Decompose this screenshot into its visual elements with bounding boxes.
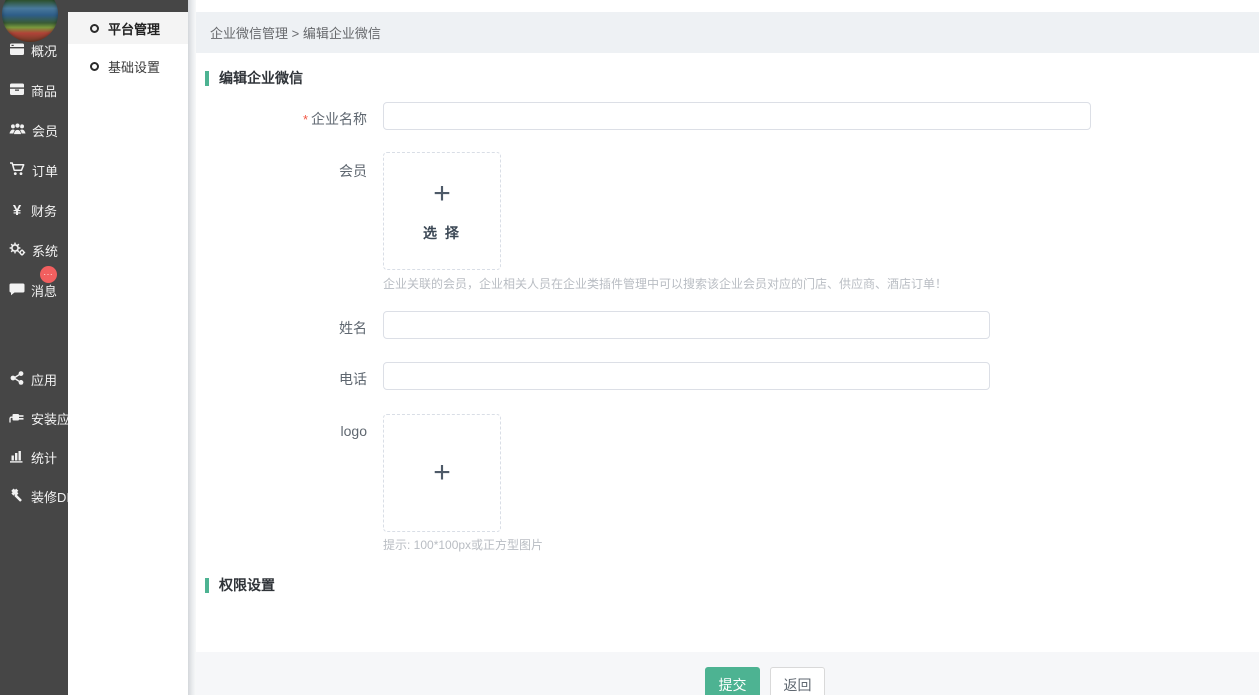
sub-sidebar: 平台管理 基础设置 — [68, 0, 188, 695]
goods-icon — [9, 81, 25, 100]
breadcrumb-text: 企业微信管理 > 编辑企业微信 — [210, 23, 381, 42]
submenu-item-label: 基础设置 — [108, 57, 160, 76]
member-select-box[interactable]: + 选 择 — [383, 152, 501, 270]
sidebar-item-label: 系统 — [32, 241, 58, 260]
submenu-item-label: 平台管理 — [108, 19, 160, 38]
cart-icon — [9, 161, 26, 180]
sidebar-item-orders[interactable]: 订单 — [9, 160, 58, 180]
sidebar-item-finance[interactable]: ¥ 财务 — [9, 200, 57, 220]
sidebar-item-label: 概况 — [31, 41, 57, 60]
submenu-item-platform-management[interactable]: 平台管理 — [68, 12, 188, 44]
plus-icon: + — [433, 458, 451, 488]
submenu-item-basic-settings[interactable]: 基础设置 — [68, 50, 188, 82]
sidebar-item-label: 会员 — [32, 121, 58, 140]
name-label: 姓名 — [196, 318, 367, 338]
overview-icon — [9, 41, 25, 60]
plus-icon: + — [433, 179, 451, 209]
member-hint: 企业关联的会员，企业相关人员在企业类插件管理中可以搜索该企业会员对应的门店、供应… — [383, 275, 947, 292]
choose-label: 选 择 — [423, 223, 461, 243]
form-card: 编辑企业微信 *企业名称 会员 + 选 择 企业关联的会员，企业相关人员在企业类… — [196, 53, 1259, 652]
circle-icon — [90, 62, 99, 71]
sidebar-item-statistics[interactable]: 统计 — [9, 447, 57, 467]
yuan-icon: ¥ — [9, 202, 25, 219]
section-accent-bar — [205, 578, 209, 593]
sidebar-item-label: 财务 — [31, 201, 57, 220]
sidebar-item-apps[interactable]: 应用 — [9, 369, 57, 389]
gavel-icon — [9, 487, 25, 506]
phone-input[interactable] — [383, 362, 990, 390]
sidebar-item-label: 商品 — [31, 81, 57, 100]
section-title-text: 权限设置 — [219, 575, 275, 595]
company-name-label: *企业名称 — [196, 109, 367, 129]
sidebar-item-label: 消息 — [31, 281, 57, 300]
phone-label: 电话 — [196, 369, 367, 389]
sidebar-item-label: 应用 — [31, 370, 57, 389]
share-nodes-icon — [9, 370, 25, 389]
sidebar-item-goods[interactable]: 商品 — [9, 80, 57, 100]
circle-icon — [90, 24, 99, 33]
main-content: 企业微信管理 > 编辑企业微信 编辑企业微信 *企业名称 会员 + 选 择 企业… — [196, 0, 1259, 695]
users-icon — [9, 121, 26, 140]
avatar[interactable] — [2, 0, 58, 42]
required-asterisk: * — [303, 112, 308, 127]
name-input[interactable] — [383, 311, 990, 339]
submit-button[interactable]: 提交 — [705, 667, 760, 695]
comment-icon — [9, 281, 25, 300]
sidebar-item-label: 统计 — [31, 448, 57, 467]
section-title-text: 编辑企业微信 — [219, 68, 303, 88]
sidebar-item-overview[interactable]: 概况 — [9, 40, 57, 60]
back-button[interactable]: 返回 — [770, 667, 825, 695]
bar-chart-icon — [9, 448, 25, 467]
breadcrumb: 企业微信管理 > 编辑企业微信 — [196, 12, 1259, 53]
section-edit-wechat: 编辑企业微信 — [205, 68, 303, 88]
message-badge: ... — [40, 266, 57, 283]
company-name-input[interactable] — [383, 102, 1091, 130]
gears-icon — [9, 241, 26, 260]
submenu-dark-cap — [68, 0, 188, 12]
sidebar-item-messages[interactable]: 消息 — [9, 280, 57, 300]
logo-upload-box[interactable]: + — [383, 414, 501, 532]
sidebar-item-label: 订单 — [32, 161, 58, 180]
plug-icon — [9, 409, 25, 428]
form-footer: 提交 返回 — [196, 652, 1259, 695]
section-permission-settings: 权限设置 — [205, 575, 275, 595]
sidebar-item-system[interactable]: 系统 — [9, 240, 58, 260]
sidebar-item-members[interactable]: 会员 — [9, 120, 58, 140]
app-window: 概况 商品 会员 订单 ¥ 财务 系统 消息 ... 应用 — [0, 0, 1259, 695]
sidebar-divider — [188, 0, 196, 695]
logo-label: logo — [196, 423, 367, 439]
member-label: 会员 — [196, 161, 367, 181]
section-accent-bar — [205, 71, 209, 86]
logo-hint: 提示: 100*100px或正方型图片 — [383, 536, 543, 553]
main-sidebar: 概况 商品 会员 订单 ¥ 财务 系统 消息 ... 应用 — [0, 0, 68, 695]
